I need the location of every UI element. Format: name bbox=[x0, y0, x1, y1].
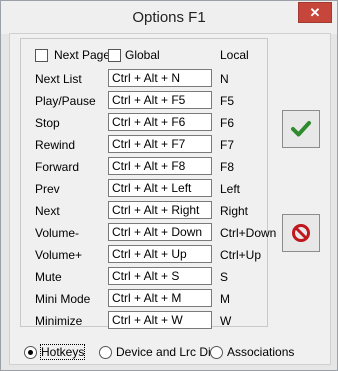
row-label-rewind: Rewind bbox=[35, 138, 76, 152]
local-key-next-list: N bbox=[220, 72, 229, 86]
local-key-minimize: W bbox=[220, 314, 232, 328]
hotkey-input-prev[interactable]: Ctrl + Alt + Left bbox=[108, 179, 212, 197]
hotkey-input-mute[interactable]: Ctrl + Alt + S bbox=[108, 267, 212, 285]
row-label-mute: Mute bbox=[35, 270, 62, 284]
row-label-prev: Prev bbox=[35, 182, 60, 196]
hotkeys-panel: Next Page Global Local Next List Ctrl + … bbox=[20, 38, 276, 329]
hotkey-input-mini-mode[interactable]: Ctrl + Alt + M bbox=[108, 289, 212, 307]
local-key-next: Right bbox=[220, 204, 249, 218]
ok-button[interactable] bbox=[282, 110, 320, 148]
row-label-mini-mode: Mini Mode bbox=[35, 292, 91, 306]
hotkey-input-volume-down[interactable]: Ctrl + Alt + Down bbox=[108, 223, 212, 241]
associations-radio[interactable] bbox=[210, 346, 223, 359]
next-page-checkbox[interactable] bbox=[35, 49, 48, 62]
title-bar[interactable]: Options F1 ✕ bbox=[1, 1, 337, 34]
row-label-play-pause: Play/Pause bbox=[35, 94, 96, 108]
window-title: Options F1 bbox=[132, 9, 206, 26]
hotkey-input-forward[interactable]: Ctrl + Alt + F8 bbox=[108, 157, 212, 175]
local-key-prev: Left bbox=[220, 182, 241, 196]
local-key-rewind: F7 bbox=[220, 138, 235, 152]
close-icon: ✕ bbox=[309, 5, 321, 20]
next-page-label: Next Page bbox=[54, 48, 111, 62]
tab-selector: Hotkeys Device and Lrc Dir Associations bbox=[10, 342, 330, 362]
no-sign-icon bbox=[292, 224, 310, 242]
local-key-play-pause: F5 bbox=[220, 94, 235, 108]
hotkeys-radio[interactable] bbox=[24, 346, 37, 359]
tab-associations-label[interactable]: Associations bbox=[227, 345, 294, 359]
row-label-minimize: Minimize bbox=[35, 314, 83, 328]
hotkey-input-rewind[interactable]: Ctrl + Alt + F7 bbox=[108, 135, 212, 153]
local-key-mini-mode: M bbox=[220, 292, 230, 306]
hotkey-input-stop[interactable]: Ctrl + Alt + F6 bbox=[108, 113, 212, 131]
global-label: Global bbox=[125, 48, 160, 62]
local-key-mute: S bbox=[220, 270, 229, 284]
local-key-volume-down: Ctrl+Down bbox=[220, 226, 277, 240]
global-checkbox[interactable] bbox=[108, 49, 121, 62]
local-key-forward: F8 bbox=[220, 160, 235, 174]
hotkey-input-minimize[interactable]: Ctrl + Alt + W bbox=[108, 311, 212, 329]
row-label-next: Next bbox=[35, 204, 60, 218]
row-label-stop: Stop bbox=[35, 116, 60, 130]
options-window: Options F1 ✕ Next Page Global Local Next… bbox=[0, 0, 338, 371]
device-radio[interactable] bbox=[99, 346, 112, 359]
hotkey-input-next[interactable]: Ctrl + Alt + Right bbox=[108, 201, 212, 219]
hotkey-input-next-list[interactable]: Ctrl + Alt + N bbox=[108, 69, 212, 87]
tab-device-label[interactable]: Device and Lrc Dir bbox=[116, 345, 215, 359]
row-label-volume-up: Volume+ bbox=[35, 248, 83, 262]
cancel-button[interactable] bbox=[282, 214, 320, 252]
hotkey-input-volume-up[interactable]: Ctrl + Alt + Up bbox=[108, 245, 212, 263]
checkmark-icon bbox=[291, 121, 311, 137]
hotkey-input-play-pause[interactable]: Ctrl + Alt + F5 bbox=[108, 91, 212, 109]
row-label-next-list: Next List bbox=[35, 72, 82, 86]
close-button[interactable]: ✕ bbox=[298, 2, 332, 23]
local-key-volume-up: Ctrl+Up bbox=[220, 248, 262, 262]
local-key-stop: F6 bbox=[220, 116, 235, 130]
local-header: Local bbox=[220, 48, 249, 62]
row-label-volume-down: Volume- bbox=[35, 226, 80, 240]
client-area: Next Page Global Local Next List Ctrl + … bbox=[9, 33, 331, 365]
row-label-forward: Forward bbox=[35, 160, 80, 174]
tab-hotkeys-label[interactable]: Hotkeys bbox=[39, 344, 86, 360]
